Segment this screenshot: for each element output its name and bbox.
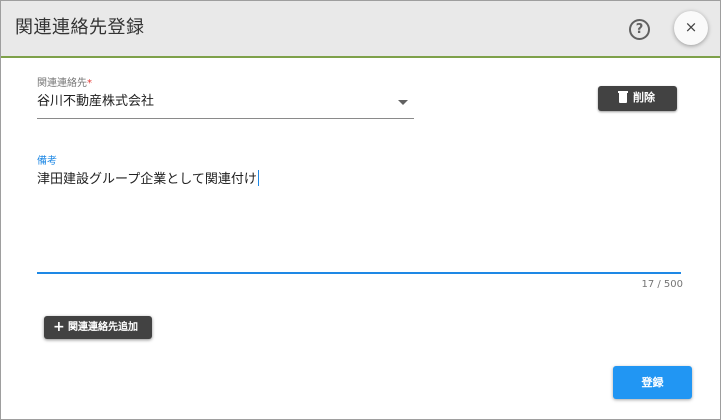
dialog-header: 関連連絡先登録 ? ×	[1, 1, 720, 58]
delete-button-label: 削除	[633, 91, 655, 104]
dialog-title: 関連連絡先登録	[15, 17, 145, 38]
trash-icon	[618, 91, 628, 103]
memo-textarea[interactable]: 津田建設グループ企業として関連付け	[37, 167, 681, 274]
register-button[interactable]: 登録	[613, 366, 692, 399]
contact-label-text: 関連連絡先	[37, 78, 87, 89]
add-button-label: 関連連絡先追加	[68, 322, 138, 333]
close-button[interactable]: ×	[674, 11, 708, 45]
close-icon: ×	[684, 18, 698, 36]
contact-field-label: 関連連絡先*	[37, 78, 92, 90]
memo-text-wrap: 津田建設グループ企業として関連付け	[37, 170, 259, 188]
help-icon[interactable]: ?	[629, 19, 650, 40]
required-mark: *	[87, 78, 92, 89]
add-related-contact-button[interactable]: + 関連連絡先追加	[44, 316, 152, 339]
contact-select[interactable]: 谷川不動産株式会社	[37, 91, 414, 119]
chevron-down-icon	[398, 100, 408, 105]
delete-button[interactable]: 削除	[598, 86, 677, 111]
plus-icon: +	[53, 319, 65, 335]
memo-text-value: 津田建設グループ企業として関連付け	[37, 172, 257, 187]
related-contact-dialog: 関連連絡先登録 ? × 関連連絡先* 谷川不動産株式会社 削除 備考 津田建設グ…	[0, 0, 721, 420]
contact-select-value: 谷川不動産株式会社	[37, 94, 155, 109]
text-caret	[257, 170, 259, 186]
character-counter: 17 / 500	[641, 279, 683, 290]
